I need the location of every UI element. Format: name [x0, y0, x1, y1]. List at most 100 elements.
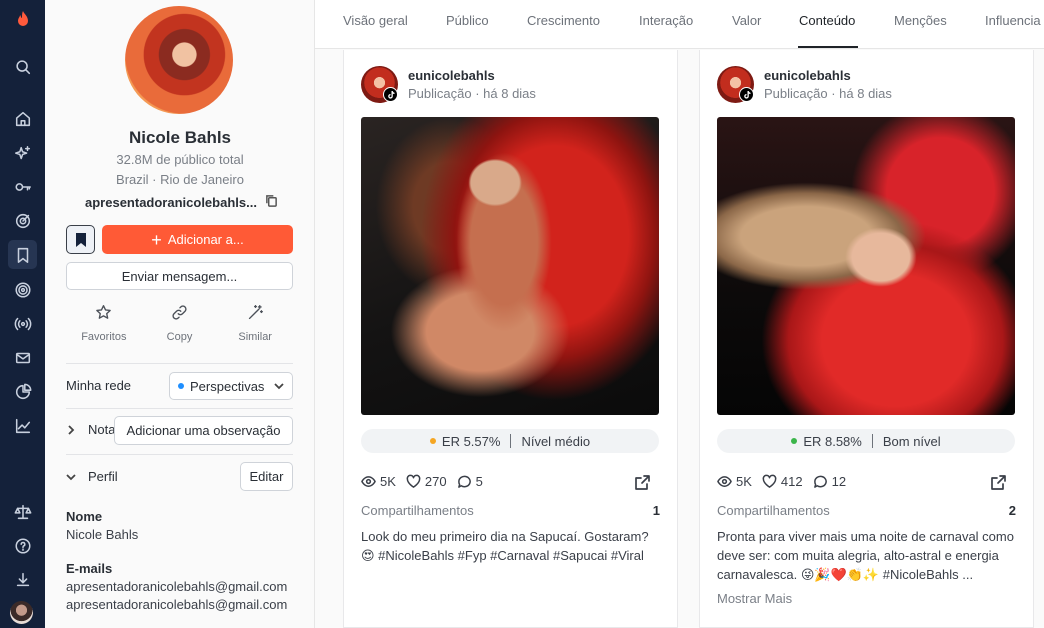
comment-icon — [813, 475, 827, 488]
bookmark-icon — [75, 232, 86, 247]
comments-count: 12 — [831, 474, 847, 489]
post-meta: Publicação · há 8 dias — [764, 86, 892, 101]
active-tab-indicator — [798, 46, 858, 48]
profile-avatar — [125, 6, 233, 114]
tab-growth[interactable]: Crescimento — [527, 13, 600, 28]
engagement-rate-badge: ER 8.58% Bom nível — [717, 429, 1015, 453]
comment-icon — [457, 475, 471, 488]
external-link-icon[interactable] — [990, 474, 1007, 491]
copy-icon[interactable] — [265, 194, 278, 210]
post-stats: 5K 270 5 — [361, 474, 483, 489]
magic-wand-icon — [248, 305, 263, 320]
er-value: ER 8.58% — [803, 433, 862, 449]
post-image[interactable] — [361, 117, 659, 415]
profile-location: Brazil · Rio de Janeiro — [116, 172, 244, 187]
chevron-right-icon — [68, 424, 75, 435]
profile-panel: Nicole Bahls 32.8M de público total Braz… — [45, 0, 315, 628]
email-value: apresentadoranicolebahls@gmail.com — [66, 579, 288, 594]
favorites-label: Favoritos — [81, 331, 127, 343]
add-to-list-label: Adicionar a... — [167, 232, 244, 247]
download-icon[interactable] — [8, 565, 37, 594]
tab-content[interactable]: Conteúdo — [799, 13, 855, 28]
show-more-link[interactable]: Mostrar Mais — [717, 591, 792, 606]
favorites-action[interactable]: Favoritos — [66, 304, 142, 343]
sparkles-icon[interactable] — [8, 139, 37, 168]
target-icon[interactable] — [8, 206, 37, 235]
likes-stat: 270 — [406, 474, 447, 489]
chevron-down-icon — [274, 383, 284, 390]
user-avatar[interactable] — [10, 601, 33, 624]
scale-icon[interactable] — [8, 497, 37, 526]
tab-bar: Visão geral Público Crescimento Interaçã… — [315, 0, 1044, 49]
help-icon[interactable] — [8, 531, 37, 560]
copy-label: Copy — [166, 331, 193, 343]
copy-action[interactable]: Copy — [142, 304, 218, 343]
add-to-list-button[interactable]: + Adicionar a... — [102, 225, 293, 254]
views-count: 5K — [380, 474, 396, 489]
er-value: ER 5.57% — [441, 433, 501, 449]
tab-mentions[interactable]: Menções — [894, 13, 947, 28]
pie-chart-icon[interactable] — [8, 377, 37, 406]
engagement-rate-badge: ER 5.57% Nível médio — [361, 429, 659, 453]
post-card: eunicolebahls Publicação · há 8 dias ER … — [699, 50, 1034, 628]
er-level: Nível médio — [521, 433, 591, 449]
eye-icon — [361, 476, 376, 487]
link-icon — [172, 305, 187, 320]
key-icon[interactable] — [8, 172, 37, 201]
send-message-button[interactable]: Enviar mensagem... — [66, 262, 293, 290]
shares-count: 1 — [652, 503, 660, 518]
home-icon[interactable] — [8, 104, 37, 133]
shares-label: Compartilhamentos — [361, 503, 474, 518]
shares-label: Compartilhamentos — [717, 503, 830, 518]
profile-section-label: Perfil — [88, 469, 118, 484]
comments-stat: 5 — [457, 474, 483, 489]
plus-icon: + — [151, 229, 162, 250]
trend-chart-icon[interactable] — [8, 411, 37, 440]
eye-icon — [717, 476, 732, 487]
network-value: Perspectivas — [190, 378, 265, 394]
divider — [66, 454, 293, 455]
shares-count: 2 — [1008, 503, 1016, 518]
edit-profile-button[interactable]: Editar — [240, 462, 293, 491]
icon-sidebar — [0, 0, 45, 628]
profile-section-toggle[interactable]: Perfil — [66, 469, 118, 484]
bookmark-icon[interactable] — [8, 240, 37, 269]
tab-value[interactable]: Valor — [732, 13, 761, 28]
network-select[interactable]: Perspectivas — [169, 372, 293, 400]
likes-count: 270 — [424, 474, 447, 489]
tab-audience[interactable]: Público — [446, 13, 489, 28]
email-value: apresentadoranicolebahls@gmail.com — [66, 597, 288, 612]
broadcast-icon[interactable] — [8, 309, 37, 338]
divider — [510, 434, 512, 448]
er-status-dot — [429, 438, 436, 444]
radar-icon[interactable] — [8, 275, 37, 304]
views-stat: 5K — [361, 474, 396, 489]
tiktok-icon — [383, 87, 398, 102]
views-stat: 5K — [717, 474, 752, 489]
post-caption: Pronta para viver mais uma noite de carn… — [717, 529, 1014, 582]
logo-flame-icon[interactable] — [8, 5, 37, 34]
emails-field-label: E-mails — [66, 561, 113, 576]
similar-label: Similar — [238, 331, 272, 343]
divider — [871, 434, 873, 448]
tiktok-icon — [739, 87, 754, 102]
post-meta: Publicação · há 8 dias — [408, 86, 536, 101]
mail-icon[interactable] — [8, 343, 37, 372]
star-icon — [96, 305, 112, 319]
tab-overview[interactable]: Visão geral — [343, 13, 408, 28]
post-username[interactable]: eunicolebahls — [764, 68, 851, 83]
post-username[interactable]: eunicolebahls — [408, 68, 495, 83]
er-status-dot — [791, 438, 798, 444]
post-stats: 5K 412 12 — [717, 474, 846, 489]
post-image[interactable] — [717, 117, 1015, 415]
add-note-button[interactable]: Adicionar uma observação — [114, 416, 293, 445]
external-link-icon[interactable] — [634, 474, 651, 491]
search-icon[interactable] — [8, 52, 37, 81]
bookmark-button[interactable] — [66, 225, 95, 254]
tab-influence[interactable]: Influencia — [985, 13, 1041, 28]
comments-count: 5 — [475, 474, 483, 489]
network-dot — [178, 383, 184, 389]
profile-handle: apresentadoranicolebahls... — [85, 194, 257, 210]
similar-action[interactable]: Similar — [217, 304, 293, 343]
tab-interaction[interactable]: Interação — [639, 13, 693, 28]
